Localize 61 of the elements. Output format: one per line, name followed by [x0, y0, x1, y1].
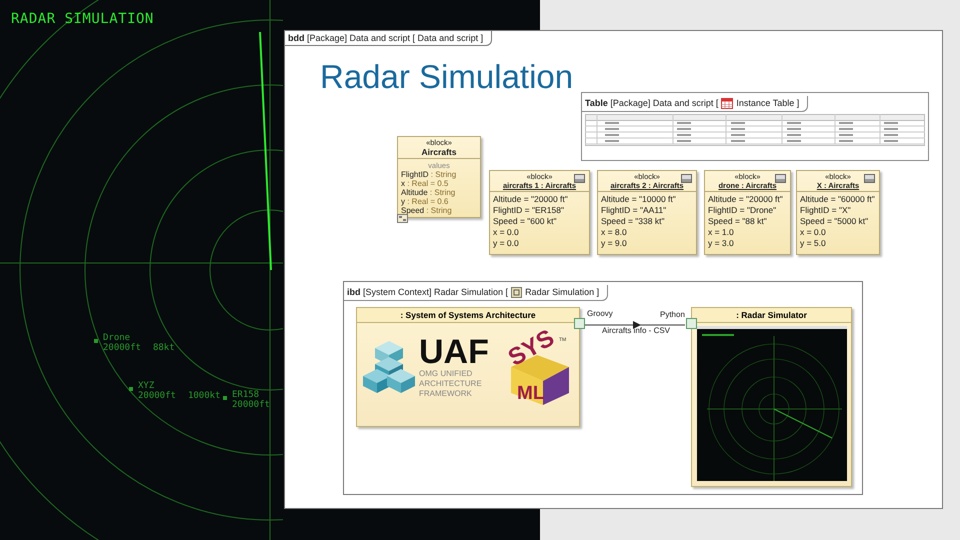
slot-value: FlightID = "AA11": [601, 205, 668, 216]
target-altitude: 20000ft: [232, 400, 270, 410]
window-icon: [681, 174, 692, 183]
slot-value: FlightID = "ER158": [493, 205, 565, 216]
radar-simulator-part[interactable]: : Radar Simulator: [691, 307, 852, 487]
uaf-logo-title: UAF: [419, 335, 489, 369]
target-id: XYZ: [138, 381, 156, 391]
slot-value: Altitude = "20000 ft": [708, 194, 784, 205]
window-icon: [864, 174, 875, 183]
target-id: Drone: [103, 333, 132, 343]
slot-value: y = 5.0: [800, 238, 827, 249]
target-speed: 88kt: [152, 343, 175, 353]
table-icon: [721, 98, 734, 108]
slot-value: Altitude = "20000 ft": [493, 194, 569, 205]
table-name: Instance Table ]: [736, 98, 800, 108]
slot-value: x = 1.0: [708, 227, 735, 238]
diagram-icon: [397, 214, 408, 223]
target-altitude: 20000ft: [103, 343, 141, 353]
target-altitude: 20000ft: [138, 391, 176, 401]
slot-value: x = 0.0: [493, 227, 520, 238]
block-name: Aircrafts: [422, 147, 456, 157]
block-property: Altitude : String: [401, 188, 456, 197]
radar-title: RADAR SIMULATION: [11, 11, 154, 27]
block-diagram-icon: [511, 286, 522, 298]
uaf-logo-text: OMG UNIFIED: [419, 369, 474, 379]
stacked-cubes-icon: [363, 339, 415, 395]
window-icon: [775, 174, 786, 183]
window-icon: [574, 174, 585, 183]
part-name: : System of Systems Architecture: [357, 308, 579, 323]
slot-value: Altitude = "60000 ft": [800, 194, 876, 205]
slot-value: y = 9.0: [601, 238, 628, 249]
slot-value: y = 0.0: [493, 238, 520, 249]
table-frame-label: Table [Package] Data and script [: [585, 98, 718, 108]
diagram-frame-label: bdd [Package] Data and script [ Data and script ]: [285, 31, 492, 46]
slot-value: FlightID = "X": [800, 205, 852, 216]
slot-value: Speed = "5000 kt": [800, 216, 870, 227]
block-property: FlightID : String: [401, 170, 458, 179]
ibd-frame-label: ibd [System Context] Radar Simulation [: [347, 287, 508, 297]
connector-label: Aircrafts info - CSV: [602, 326, 670, 335]
uaf-logo-text: FRAMEWORK: [419, 389, 473, 399]
target-speed: 1000kt: [188, 391, 220, 401]
slot-value: Altitude = "10000 ft": [601, 194, 677, 205]
slot-value: y = 3.0: [708, 238, 735, 249]
uaf-logo-text: ARCHITECTURE: [419, 379, 483, 389]
port[interactable]: [686, 318, 697, 329]
slot-value: x = 0.0: [800, 227, 827, 238]
block-property: y : Real = 0.6: [401, 197, 450, 206]
ibd-name: Radar Simulation ]: [525, 287, 600, 297]
diagram-title: Radar Simulation: [320, 58, 574, 96]
port-label: Python: [660, 310, 685, 319]
slot-value: x = 8.0: [601, 227, 628, 238]
part-name: : Radar Simulator: [692, 308, 851, 323]
slot-value: Speed = "88 kt": [708, 216, 768, 227]
target-id: ER158: [232, 390, 260, 400]
port-label: Groovy: [587, 309, 613, 318]
slot-value: Speed = "338 kt": [601, 216, 666, 227]
block-property: Speed : String: [401, 206, 453, 215]
slot-value: FlightID = "Drone": [708, 205, 778, 216]
slot-value: Speed = "600 kt": [493, 216, 558, 227]
port[interactable]: [574, 318, 585, 329]
block-property: x : Real = 0.5: [401, 179, 450, 188]
